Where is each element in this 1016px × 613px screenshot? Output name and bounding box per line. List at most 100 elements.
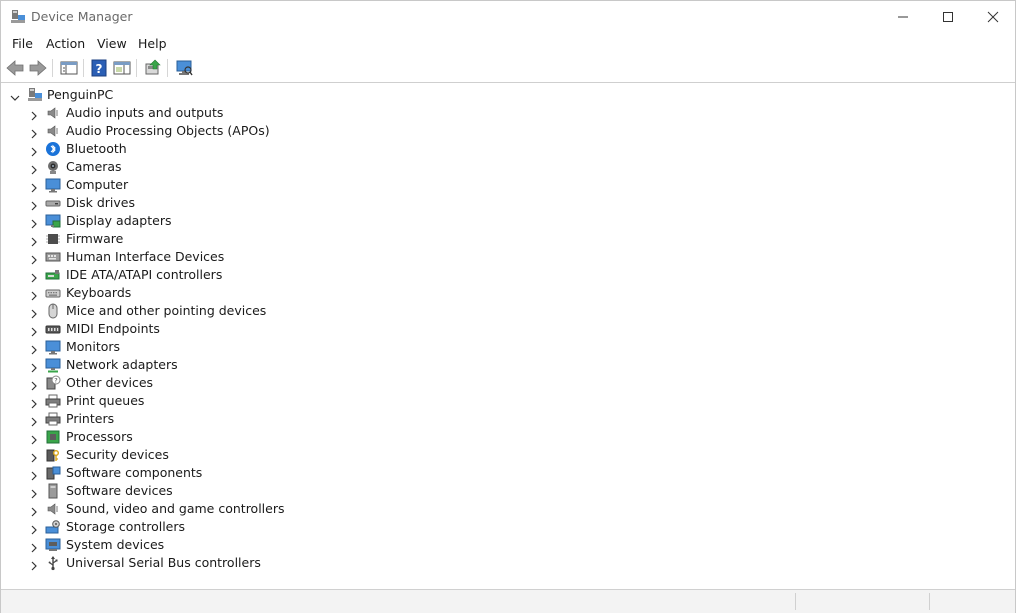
tree-item-label: Sound, video and game controllers: [66, 501, 285, 516]
chevron-right-icon[interactable]: [28, 179, 40, 193]
tree-item[interactable]: Software components: [1, 464, 601, 482]
tree-item[interactable]: Disk drives: [1, 194, 601, 212]
tree-item-label: Print queues: [66, 393, 145, 408]
chevron-right-icon[interactable]: [28, 269, 40, 283]
chevron-right-icon[interactable]: [28, 233, 40, 247]
chevron-down-icon[interactable]: [9, 89, 21, 101]
toolbar-separator: [167, 59, 168, 77]
tree-item-label: Mice and other pointing devices: [66, 303, 267, 318]
back-button[interactable]: [5, 58, 25, 78]
tree-item[interactable]: Sound, video and game controllers: [1, 500, 601, 518]
tree-item[interactable]: Computer: [1, 176, 601, 194]
tree-item-label: Bluetooth: [66, 141, 127, 156]
keyboard-icon: [45, 285, 61, 301]
chevron-right-icon[interactable]: [28, 521, 40, 535]
action-pane-icon: [113, 61, 131, 75]
show-hide-console-tree-button[interactable]: [59, 58, 79, 78]
scan-hardware-changes-button[interactable]: [174, 58, 194, 78]
status-divider: [929, 593, 930, 610]
chevron-right-icon[interactable]: [28, 557, 40, 571]
tree-item[interactable]: Display adapters: [1, 212, 601, 230]
tree-item[interactable]: Print queues: [1, 392, 601, 410]
chevron-right-icon[interactable]: [28, 143, 40, 157]
tree-item[interactable]: Bluetooth: [1, 140, 601, 158]
tree-item-label: Human Interface Devices: [66, 249, 225, 264]
chevron-right-icon[interactable]: [28, 395, 40, 409]
chevron-right-icon[interactable]: [28, 251, 40, 265]
tree-item[interactable]: Universal Serial Bus controllers: [1, 554, 601, 572]
tree-item-label: Monitors: [66, 339, 121, 354]
title-bar[interactable]: Device Manager: [1, 1, 1015, 32]
chevron-right-icon[interactable]: [28, 197, 40, 211]
printer-icon: [45, 393, 61, 409]
chevron-right-icon[interactable]: [28, 161, 40, 175]
speaker-icon: [45, 123, 61, 139]
chip-icon: [45, 231, 61, 247]
maximize-icon: [943, 12, 953, 22]
chevron-right-icon[interactable]: [28, 539, 40, 553]
chevron-right-icon[interactable]: [28, 359, 40, 373]
tree-item[interactable]: Monitors: [1, 338, 601, 356]
chevron-right-icon[interactable]: [28, 323, 40, 337]
tree-item[interactable]: ? Other devices: [1, 374, 601, 392]
chevron-right-icon[interactable]: [28, 125, 40, 139]
maximize-button[interactable]: [925, 1, 971, 32]
tree-item[interactable]: Storage controllers: [1, 518, 601, 536]
tree-item[interactable]: IDE ATA/ATAPI controllers: [1, 266, 601, 284]
chevron-right-icon[interactable]: [28, 431, 40, 445]
tree-item[interactable]: MIDI Endpoints: [1, 320, 601, 338]
network-adapter-icon: [45, 357, 61, 373]
forward-button[interactable]: [28, 58, 48, 78]
menu-view[interactable]: View: [97, 36, 127, 51]
ide-controller-icon: [45, 267, 61, 283]
tree-item[interactable]: Audio inputs and outputs: [1, 104, 601, 122]
chevron-right-icon[interactable]: [28, 287, 40, 301]
chevron-right-icon[interactable]: [28, 341, 40, 355]
tree-item[interactable]: Audio Processing Objects (APOs): [1, 122, 601, 140]
chevron-right-icon[interactable]: [28, 107, 40, 121]
update-driver-button[interactable]: [143, 58, 163, 78]
tree-item-label: Security devices: [66, 447, 169, 462]
tree-item[interactable]: Human Interface Devices: [1, 248, 601, 266]
chevron-right-icon[interactable]: [28, 413, 40, 427]
tree-item[interactable]: Keyboards: [1, 284, 601, 302]
tree-item[interactable]: Software devices: [1, 482, 601, 500]
chevron-right-icon[interactable]: [28, 467, 40, 481]
tree-root[interactable]: PenguinPC: [1, 86, 601, 104]
tree-item-label: Universal Serial Bus controllers: [66, 555, 261, 570]
chevron-right-icon[interactable]: [28, 377, 40, 391]
scan-hardware-icon: [176, 60, 193, 76]
chevron-right-icon[interactable]: [28, 485, 40, 499]
close-icon: [987, 11, 999, 23]
action-pane-button[interactable]: [112, 58, 132, 78]
chevron-right-icon[interactable]: [28, 215, 40, 229]
tree-item[interactable]: Cameras: [1, 158, 601, 176]
tree-item[interactable]: Firmware: [1, 230, 601, 248]
tree-item[interactable]: Security devices: [1, 446, 601, 464]
tree-item[interactable]: Network adapters: [1, 356, 601, 374]
software-component-icon: [45, 465, 61, 481]
menu-file[interactable]: File: [12, 36, 33, 51]
tree-root-label: PenguinPC: [47, 87, 114, 102]
minimize-icon: [898, 16, 908, 18]
chevron-right-icon[interactable]: [28, 449, 40, 463]
bluetooth-icon: [45, 141, 61, 157]
tree-item[interactable]: Mice and other pointing devices: [1, 302, 601, 320]
device-tree[interactable]: PenguinPC Audio inputs and outputs Audio …: [1, 85, 1015, 587]
tree-item-label: Display adapters: [66, 213, 172, 228]
chevron-right-icon[interactable]: [28, 503, 40, 517]
chevron-right-icon[interactable]: [28, 305, 40, 319]
tree-item-label: IDE ATA/ATAPI controllers: [66, 267, 223, 282]
tree-item-label: Firmware: [66, 231, 124, 246]
help-button[interactable]: ?: [89, 58, 109, 78]
close-button[interactable]: [970, 1, 1016, 32]
tree-item-label: Software devices: [66, 483, 173, 498]
menu-help[interactable]: Help: [138, 36, 167, 51]
hid-icon: [45, 249, 61, 265]
tree-item[interactable]: System devices: [1, 536, 601, 554]
minimize-button[interactable]: [880, 1, 926, 32]
tree-item-label: Disk drives: [66, 195, 135, 210]
menu-action[interactable]: Action: [46, 36, 85, 51]
tree-item[interactable]: Printers: [1, 410, 601, 428]
tree-item[interactable]: Processors: [1, 428, 601, 446]
